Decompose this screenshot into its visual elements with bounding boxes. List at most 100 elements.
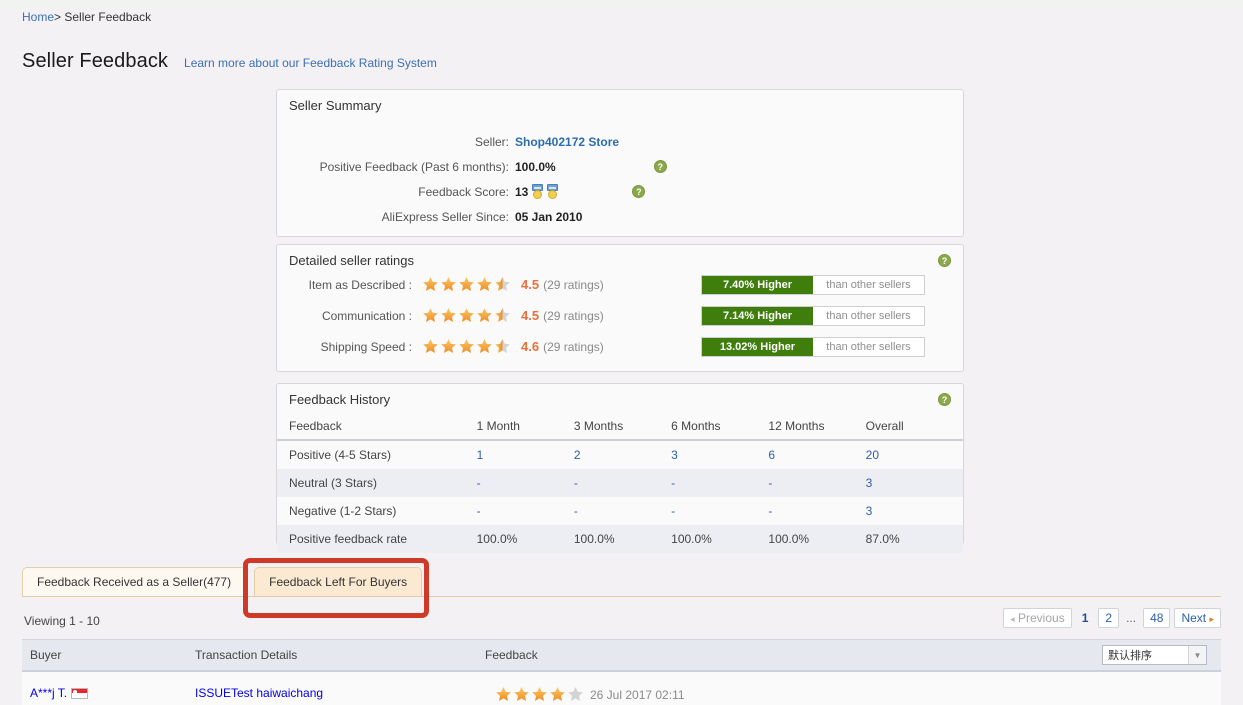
rating-delta-suffix: than other sellers	[826, 278, 911, 291]
tab-feedback-left-for-buyers[interactable]: Feedback Left For Buyers	[254, 567, 423, 596]
help-icon[interactable]: ?	[938, 393, 951, 406]
pagination-previous-button[interactable]: ◂ Previous	[1003, 608, 1072, 628]
feedback-history-cell: 87.0%	[865, 525, 963, 553]
star-icon	[440, 338, 457, 355]
feedback-history-row: Positive (4-5 Stars) 1 2 3 6 20	[277, 440, 963, 469]
seller-summary-rows: Seller: Shop402172 Store Positive Feedba…	[277, 129, 963, 229]
sort-order-select[interactable]: 默认排序 ▼	[1102, 645, 1207, 665]
feedback-history-column-header: 6 Months	[671, 413, 769, 441]
summary-label-positive-feedback: Positive Feedback (Past 6 months):	[319, 159, 509, 174]
cell-feedback: 26 Jul 2017 02:11	[485, 686, 685, 703]
table-row: A***j T. ISSUETest haiwaichang 26 Jul 20…	[22, 672, 1221, 705]
transaction-link[interactable]: ISSUETest haiwaichang	[195, 686, 323, 700]
buyer-name-link[interactable]: A***j T.	[30, 686, 67, 700]
feedback-date: 26 Jul 2017 02:11	[590, 687, 685, 702]
tab-feedback-received[interactable]: Feedback Received as a Seller(477)	[22, 567, 247, 596]
rating-star-group	[422, 276, 511, 293]
breadcrumb-current: Seller Feedback	[64, 10, 152, 24]
rating-score: 4.5	[521, 277, 540, 292]
sort-order-value: 默认排序	[1108, 650, 1152, 662]
feedback-history-panel: Feedback History ? Feedback 1 Month 3 Mont…	[276, 383, 964, 553]
summary-label-seller: Seller:	[474, 134, 509, 149]
help-icon[interactable]: ?	[938, 254, 951, 267]
rating-delta-suffix: than other sellers	[826, 309, 911, 322]
learn-more-link[interactable]: Learn more about our Feedback Rating Sys…	[184, 56, 437, 70]
rating-row: Communication : 4.5 (29 ratings) 7.14% High…	[277, 301, 963, 330]
feedback-list-header: Buyer Transaction Details Feedback 默认排序 …	[22, 639, 1221, 670]
feedback-history-header-row: Feedback 1 Month 3 Months 6 Months 12 Months…	[277, 413, 963, 441]
rating-count: (29 ratings)	[543, 277, 604, 292]
breadcrumb-home-link[interactable]: Home	[22, 10, 54, 24]
feedback-history-cell[interactable]: 2	[574, 440, 671, 469]
feedback-history-cell[interactable]: 20	[866, 440, 963, 469]
star-icon	[422, 338, 439, 355]
feedback-history-column-header: 12 Months	[768, 413, 866, 441]
pagination-page-2[interactable]: 2	[1098, 608, 1120, 628]
star-icon	[422, 276, 439, 293]
feedback-history-cell[interactable]: 6	[768, 440, 865, 469]
star-icon	[476, 276, 493, 293]
star-icon	[513, 686, 530, 703]
rating-row: Shipping Speed : 4.6 (29 ratings) 13.02% Hi…	[277, 332, 963, 361]
feedback-history-cell: -	[573, 504, 578, 518]
star-icon	[476, 307, 493, 324]
detailed-ratings-rows: Item as Described :4.5 (29 ratings) 7.40% …	[277, 270, 963, 361]
feedback-history-column-header: Feedback	[277, 413, 477, 441]
star-icon	[458, 276, 475, 293]
rating-count: (29 ratings)	[543, 308, 604, 323]
feedback-history-cell[interactable]: 1	[477, 440, 574, 469]
help-icon[interactable]: ?	[653, 160, 667, 173]
chevron-left-icon: ◂	[1010, 614, 1015, 624]
summary-row-seller: Seller: Shop402172 Store	[277, 129, 963, 154]
rating-star-group	[422, 307, 511, 324]
seller-summary-title: Seller Summary	[289, 98, 382, 113]
breadcrumb-separator: >	[54, 10, 65, 24]
feedback-history-row-label: Positive (4-5 Stars)	[289, 448, 392, 462]
breadcrumb: Home> Seller Feedback	[22, 10, 151, 24]
feedback-history-cell[interactable]: 3	[865, 469, 963, 497]
summary-label-seller-since: AliExpress Seller Since:	[381, 209, 509, 224]
medal-icon	[532, 184, 544, 199]
rating-label: Communication :	[321, 308, 412, 323]
feedback-history-body: Positive (4-5 Stars) 1 2 3 6 20 Neutral (3 Sta…	[277, 440, 963, 553]
viewing-range-label: Viewing 1 - 10	[24, 614, 100, 628]
feedback-history-cell: 100.0%	[671, 525, 769, 553]
star-icon	[495, 686, 512, 703]
star-icon	[494, 307, 511, 324]
pagination-page-48[interactable]: 48	[1143, 608, 1171, 628]
feedback-history-cell: -	[476, 469, 574, 497]
rating-score: 4.5	[521, 308, 540, 323]
rating-star-group	[422, 338, 511, 355]
feedback-history-cell[interactable]: 3	[671, 440, 768, 469]
feedback-history-row-label: Negative (1-2 Stars)	[289, 504, 397, 518]
rating-comparison: 7.40% Higher than other sellers	[701, 274, 925, 295]
feedback-history-column-header: 1 Month	[476, 413, 574, 441]
pagination-page-1[interactable]: 1	[1076, 609, 1095, 627]
star-icon	[494, 276, 511, 293]
star-icon	[422, 307, 439, 324]
cell-transaction-details: ISSUETest haiwaichang	[195, 686, 323, 700]
star-icon	[458, 307, 475, 324]
feedback-history-cell: -	[476, 504, 481, 518]
pagination-next-button[interactable]: Next ▸	[1174, 608, 1221, 628]
help-icon[interactable]: ?	[632, 185, 646, 198]
feedback-tabs: Feedback Received as a Seller(477) Feedb…	[22, 567, 423, 596]
column-header-feedback: Feedback	[485, 648, 538, 662]
star-icon	[531, 686, 548, 703]
column-header-transaction-details: Transaction Details	[195, 648, 298, 662]
medal-icon	[547, 184, 559, 199]
star-icon	[567, 686, 584, 703]
pagination-previous-label: Previous	[1018, 611, 1065, 625]
feedback-history-column-header: 3 Months	[573, 413, 672, 441]
feedback-history-cell: 100.0%	[573, 525, 672, 553]
star-icon	[440, 307, 457, 324]
pagination-ellipsis: ...	[1126, 611, 1137, 625]
feedback-history-row-label: Positive feedback rate	[277, 525, 477, 553]
star-icon	[476, 338, 493, 355]
detailed-ratings-title: Detailed seller ratings	[289, 253, 415, 268]
seller-store-link[interactable]: Shop402172 Store	[515, 135, 619, 149]
rating-delta-badge: 7.40% Higher	[702, 275, 813, 294]
top-band	[0, 0, 1243, 8]
feedback-history-cell[interactable]: 3	[866, 497, 963, 525]
cell-buyer: A***j T.	[30, 686, 89, 700]
